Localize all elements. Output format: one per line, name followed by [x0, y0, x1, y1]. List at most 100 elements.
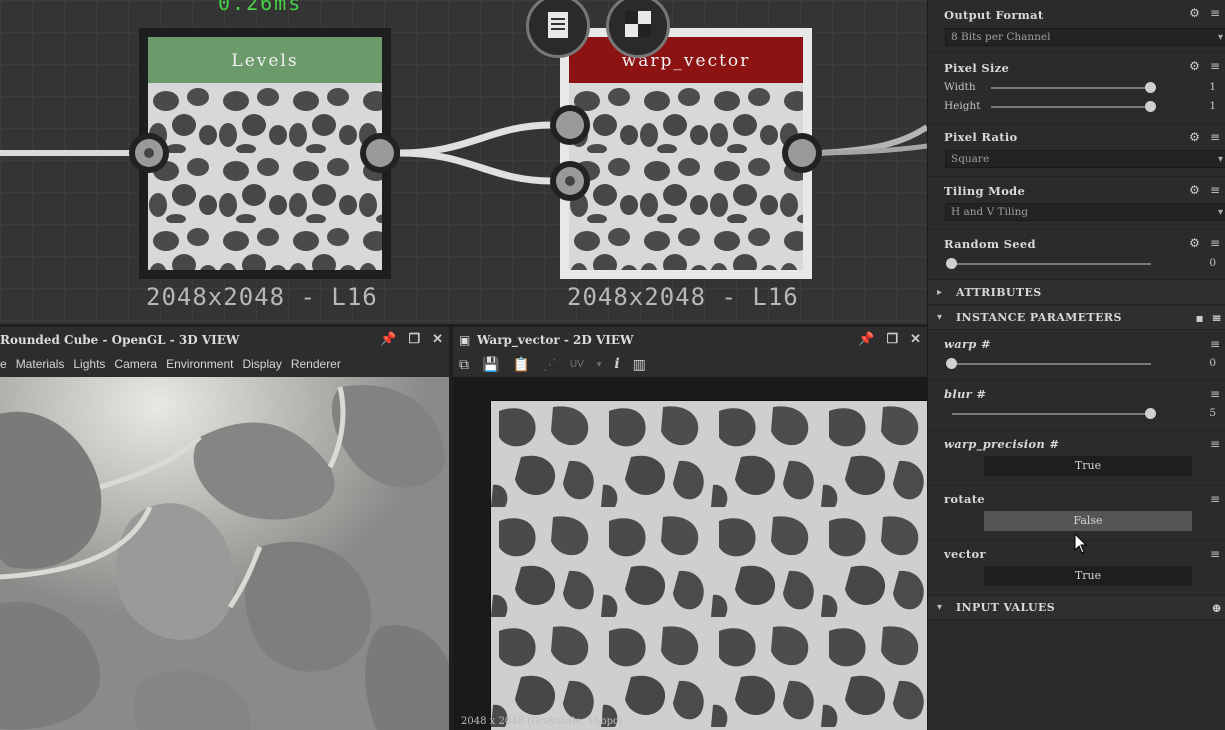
chevron-right-icon: ▸	[937, 287, 943, 298]
chevron-down-icon: ▾	[937, 602, 943, 613]
slider-track[interactable]	[991, 106, 1151, 108]
menu-icon[interactable]: ≡	[1210, 547, 1220, 561]
output-port[interactable]	[782, 133, 822, 173]
slider-value: 1	[1209, 100, 1216, 112]
pixel-ratio-dropdown[interactable]: Square	[945, 150, 1225, 168]
slider-handle[interactable]	[946, 358, 957, 369]
graph-canvas[interactable]: 0.26ms Levels 2048x2048 - L16 warp_vecto…	[0, 0, 927, 326]
properties-panel: Output Format ⚙ ≡ 8 Bits per Channel Pixe…	[927, 0, 1225, 730]
pin-icon[interactable]: 📌	[858, 327, 874, 353]
clipboard-icon[interactable]: 📋	[512, 356, 529, 373]
checker-icon: ▣	[459, 333, 471, 347]
menu-environment[interactable]: Environment	[166, 357, 233, 371]
menu-camera[interactable]: Camera	[114, 357, 157, 371]
view2d-toolbar: ⧉ 💾 📋 ⋰ UV ▾ i ▥	[453, 352, 927, 376]
menu-icon[interactable]: ≡	[1210, 130, 1220, 144]
warp-slider[interactable]: 0	[944, 357, 1216, 371]
node-resolution: 2048x2048 - L16	[567, 283, 799, 311]
menu-icon[interactable]: ≡	[1210, 236, 1220, 250]
menu-icon[interactable]: ≡	[1210, 6, 1220, 20]
node-thumbnail	[148, 83, 382, 270]
slider-handle[interactable]	[946, 258, 957, 269]
view2d-viewport[interactable]: 2048 x 2048 (Grayscale, 16bpc)	[453, 377, 927, 730]
document-icon[interactable]	[526, 0, 590, 58]
app-window: 0.26ms Levels 2048x2048 - L16 warp_vecto…	[0, 0, 1225, 730]
link-icon[interactable]: ⚙	[1189, 183, 1200, 197]
menu-icon[interactable]: ≡	[1210, 437, 1220, 451]
slider-value: 0	[1209, 257, 1216, 269]
vector-toggle[interactable]: True	[984, 566, 1192, 586]
menu-icon[interactable]: ≡	[1210, 337, 1220, 351]
output-format-dropdown[interactable]: 8 Bits per Channel	[945, 28, 1225, 46]
prop-label: rotate	[944, 492, 985, 506]
menu-icon[interactable]: ≡	[1210, 492, 1220, 506]
maximize-icon[interactable]: ❐	[408, 327, 420, 353]
prop-blur: blur # ≡ 5	[928, 381, 1225, 431]
preset-icon[interactable]: ▪	[1195, 306, 1204, 330]
view3d-title: Rounded Cube - OpenGL - 3D VIEW	[0, 333, 240, 347]
prop-pixel-ratio: Pixel Ratio ⚙ ≡ Square	[928, 124, 1225, 177]
slider-track[interactable]	[952, 363, 1151, 365]
view2d-header: ▣ Warp_vector - 2D VIEW 📌 ❐ ✕	[453, 327, 927, 353]
checker-icon[interactable]	[606, 0, 670, 58]
maximize-icon[interactable]: ❐	[886, 327, 898, 353]
view3d-menubar: e Materials Lights Camera Environment Di…	[0, 352, 449, 376]
menu-renderer[interactable]: Renderer	[291, 357, 341, 371]
link-icon[interactable]: ⚙	[1189, 236, 1200, 250]
menu-display[interactable]: Display	[242, 357, 281, 371]
section-title: INSTANCE PARAMETERS	[956, 311, 1122, 324]
prop-label: vector	[944, 547, 986, 561]
node-levels[interactable]: Levels	[139, 28, 391, 279]
section-attributes[interactable]: ▸ ATTRIBUTES	[928, 281, 1225, 305]
input-port[interactable]	[550, 161, 590, 201]
width-slider[interactable]: Width 1	[944, 81, 1216, 95]
warp-precision-toggle[interactable]: True	[984, 456, 1192, 476]
section-instance-parameters[interactable]: ▾ INSTANCE PARAMETERS ▪ ≡	[928, 306, 1225, 330]
slider-track[interactable]	[991, 87, 1151, 89]
info-icon[interactable]: i	[614, 356, 619, 372]
add-icon[interactable]: ⊕	[1212, 596, 1222, 620]
output-port[interactable]	[360, 133, 400, 173]
menu-icon[interactable]: ≡	[1212, 306, 1222, 330]
prop-label: Random Seed	[944, 237, 1036, 251]
save-icon[interactable]: 💾	[482, 356, 499, 373]
link-icon[interactable]: ⚙	[1189, 6, 1200, 20]
blur-slider[interactable]: 5	[944, 407, 1216, 421]
link-icon[interactable]: ⚙	[1189, 59, 1200, 73]
menu-icon[interactable]: ≡	[1210, 387, 1220, 401]
slider-handle[interactable]	[1145, 408, 1156, 419]
copy-view-icon[interactable]: ⧉	[459, 356, 469, 373]
menu-lights[interactable]: Lights	[73, 357, 105, 371]
tiling-mode-dropdown[interactable]: H and V Tiling	[945, 203, 1225, 221]
input-port[interactable]	[550, 105, 590, 145]
chevron-down-icon[interactable]: ▾	[597, 359, 602, 370]
view2d-title: Warp_vector - 2D VIEW	[477, 333, 634, 347]
view3d-viewport[interactable]	[0, 377, 449, 730]
section-input-values[interactable]: ▾ INPUT VALUES ⊕	[928, 596, 1225, 620]
close-icon[interactable]: ✕	[432, 327, 443, 353]
uv-dropdown[interactable]: UV	[570, 359, 584, 370]
menu-item[interactable]: e	[0, 357, 7, 371]
prop-label: Pixel Size	[944, 61, 1010, 75]
slider-label: Height	[944, 100, 981, 112]
histogram-icon[interactable]: ▥	[633, 356, 646, 373]
height-slider[interactable]: Height 1	[944, 100, 1216, 114]
menu-icon[interactable]: ≡	[1210, 59, 1220, 73]
section-title: ATTRIBUTES	[956, 286, 1042, 299]
random-seed-slider[interactable]: 0	[944, 257, 1216, 271]
slider-track[interactable]	[952, 263, 1151, 265]
slider-handle[interactable]	[1145, 82, 1156, 93]
close-icon[interactable]: ✕	[910, 327, 921, 353]
menu-materials[interactable]: Materials	[16, 357, 65, 371]
menu-icon[interactable]: ≡	[1210, 183, 1220, 197]
slider-handle[interactable]	[1145, 101, 1156, 112]
input-port[interactable]	[129, 133, 169, 173]
section-title: INPUT VALUES	[956, 601, 1056, 614]
prop-label: warp_precision #	[944, 437, 1060, 451]
pin-icon[interactable]: 📌	[380, 327, 396, 353]
rotate-toggle[interactable]: False	[984, 511, 1192, 531]
slider-track[interactable]	[952, 413, 1151, 415]
node-warp-vector[interactable]: warp_vector	[560, 28, 812, 279]
link-icon[interactable]: ⚙	[1189, 130, 1200, 144]
prop-label: warp #	[944, 337, 991, 351]
